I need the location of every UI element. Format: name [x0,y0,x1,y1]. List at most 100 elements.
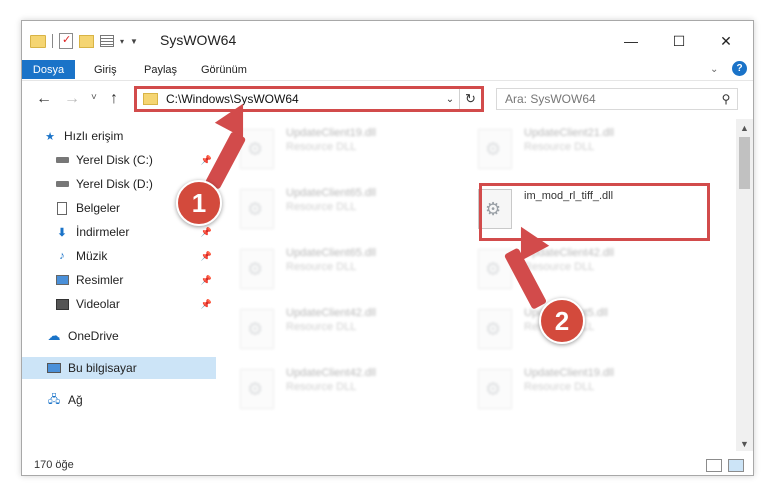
file-item[interactable]: UpdateClient65.dll Resource DLL [226,243,426,299]
navigation-pane: ★ Hızlı erişim Yerel Disk (C:) 📌 Yerel D… [22,119,216,452]
pin-icon: 📌 [200,298,212,309]
title-bar: ▾ ▼ SysWOW64 — ☐ ✕ [22,21,753,61]
sidebar-item-disk-c[interactable]: Yerel Disk (C:) 📌 [22,149,216,171]
sidebar-item-label: Yerel Disk (D:) [76,177,153,191]
dll-file-icon [478,129,512,169]
tab-gorunum[interactable]: Görünüm [201,60,247,79]
window-title: SysWOW64 [160,32,237,48]
file-item[interactable]: UpdateClient19.dll Resource DLL [464,363,664,419]
file-name: UpdateClient19.dll [286,127,376,139]
minimize-button[interactable]: — [616,29,646,53]
sidebar-item-label: Belgeler [76,201,121,215]
pictures-icon [54,273,70,287]
qat-expand-icon[interactable]: ▼ [130,37,138,46]
refresh-icon[interactable]: ↻ [459,89,481,109]
file-name: UpdateClient42.dll [286,307,376,319]
up-arrow-icon[interactable]: ↑ [110,90,118,108]
sidebar-item-network[interactable]: 🖧 Ağ [22,389,216,411]
sidebar-item-label: Resimler [76,273,124,287]
sidebar-item-label: İndirmeler [76,225,130,239]
file-type: Resource DLL [286,141,357,153]
dll-file-icon [240,369,274,409]
new-folder-icon[interactable] [79,34,94,48]
tab-giris[interactable]: Giriş [94,60,117,79]
video-icon [54,297,70,311]
scroll-down-icon[interactable]: ▼ [736,435,753,452]
dll-file-icon [240,249,274,289]
file-name: UpdateClient65.dll [286,187,376,199]
back-arrow-icon[interactable]: ← [36,90,52,108]
forward-arrow-icon[interactable]: → [64,90,80,108]
sidebar-item-onedrive[interactable]: ☁ OneDrive [22,325,216,347]
pin-icon: 📌 [200,274,212,285]
navigation-bar: ← → ˅ ↑ C:\Windows\SysWOW64 ⌄ ↻ Ara: Sys… [22,81,753,119]
tab-paylas[interactable]: Paylaş [144,60,177,79]
folder-icon [143,93,158,105]
file-item[interactable]: UpdateClient42.dll Resource DLL [226,303,426,359]
scroll-up-icon[interactable]: ▲ [736,119,753,136]
annotation-badge-2: 2 [539,298,585,344]
dll-file-icon [240,129,274,169]
file-item[interactable]: UpdateClient21.dll Resource DLL [464,123,664,179]
pin-icon: 📌 [200,226,212,237]
file-item[interactable]: UpdateClient42.dll Resource DLL [464,243,664,299]
sidebar-item-label: Hızlı erişim [64,129,124,143]
ribbon-expand-icon[interactable]: ⌄ [710,60,718,79]
customize-view-icon[interactable] [100,35,114,47]
sidebar-item-label: OneDrive [68,329,119,343]
dll-file-icon [478,309,512,349]
sidebar-item-videos[interactable]: Videolar 📌 [22,293,216,315]
quick-access-toolbar: ▾ ▼ [30,33,138,49]
file-item[interactable]: UpdateClient65.dll Resource DLL [226,183,426,239]
sidebar-item-label: Ağ [68,393,83,407]
computer-icon [46,361,62,375]
document-icon [54,201,70,215]
details-view-icon[interactable] [706,459,722,472]
sidebar-item-label: Videolar [76,297,120,311]
address-dropdown-icon[interactable]: ⌄ [441,94,459,105]
file-name: UpdateClient19.dll [524,367,614,379]
address-bar[interactable]: C:\Windows\SysWOW64 ⌄ ↻ [134,86,484,112]
sidebar-item-this-pc[interactable]: Bu bilgisayar [22,357,216,379]
ribbon-tabs: Dosya Giriş Paylaş Görünüm ⌄ ? [22,57,753,81]
close-button[interactable]: ✕ [711,29,741,53]
item-count: 170 öğe [34,459,74,471]
file-item[interactable]: UpdateClient42.dll Resource DLL [226,363,426,419]
file-item[interactable]: UpdateClient19.dll Resource DLL [226,123,426,179]
sidebar-item-label: Bu bilgisayar [68,361,137,375]
scroll-thumb[interactable] [739,137,750,189]
music-icon: ♪ [59,250,65,262]
file-type: Resource DLL [286,261,357,273]
address-path: C:\Windows\SysWOW64 [166,92,299,106]
file-name: UpdateClient42.dll [286,367,376,379]
sidebar-item-downloads[interactable]: ⬇ İndirmeler 📌 [22,221,216,243]
search-placeholder: Ara: SysWOW64 [505,92,596,106]
maximize-button[interactable]: ☐ [664,29,694,53]
file-type: Resource DLL [524,261,595,273]
properties-icon[interactable] [59,33,73,49]
help-icon[interactable]: ? [732,61,747,76]
file-name: UpdateClient65.dll [286,247,376,259]
sidebar-item-pictures[interactable]: Resimler 📌 [22,269,216,291]
search-icon: ⚲ [721,92,731,106]
search-input[interactable]: Ara: SysWOW64 ⚲ [496,88,738,110]
pin-icon: 📌 [200,250,212,261]
maximize-icon: ☐ [672,32,686,49]
large-icons-view-icon[interactable] [728,459,744,472]
dll-file-icon [240,189,274,229]
annotation-badge-1: 1 [176,180,222,226]
sidebar-item-quick-access[interactable]: ★ Hızlı erişim [22,125,216,147]
star-icon: ★ [45,130,55,143]
file-type: Resource DLL [286,381,357,393]
sidebar-item-music[interactable]: ♪ Müzik 📌 [22,245,216,267]
chevron-down-icon[interactable]: ▾ [120,37,124,46]
sidebar-item-label: Müzik [76,249,108,263]
file-explorer-window: ▾ ▼ SysWOW64 — ☐ ✕ Dosya Giriş Paylaş Gö… [21,20,754,476]
close-icon: ✕ [720,32,732,49]
vertical-scrollbar[interactable]: ▲ ▼ [736,119,753,452]
file-list: UpdateClient19.dll Resource DLL UpdateCl… [226,119,734,452]
sidebar-item-label: Yerel Disk (C:) [76,153,153,167]
tab-dosya[interactable]: Dosya [22,60,75,79]
recent-locations-icon[interactable]: ˅ [91,92,97,103]
file-type: Resource DLL [286,321,357,333]
